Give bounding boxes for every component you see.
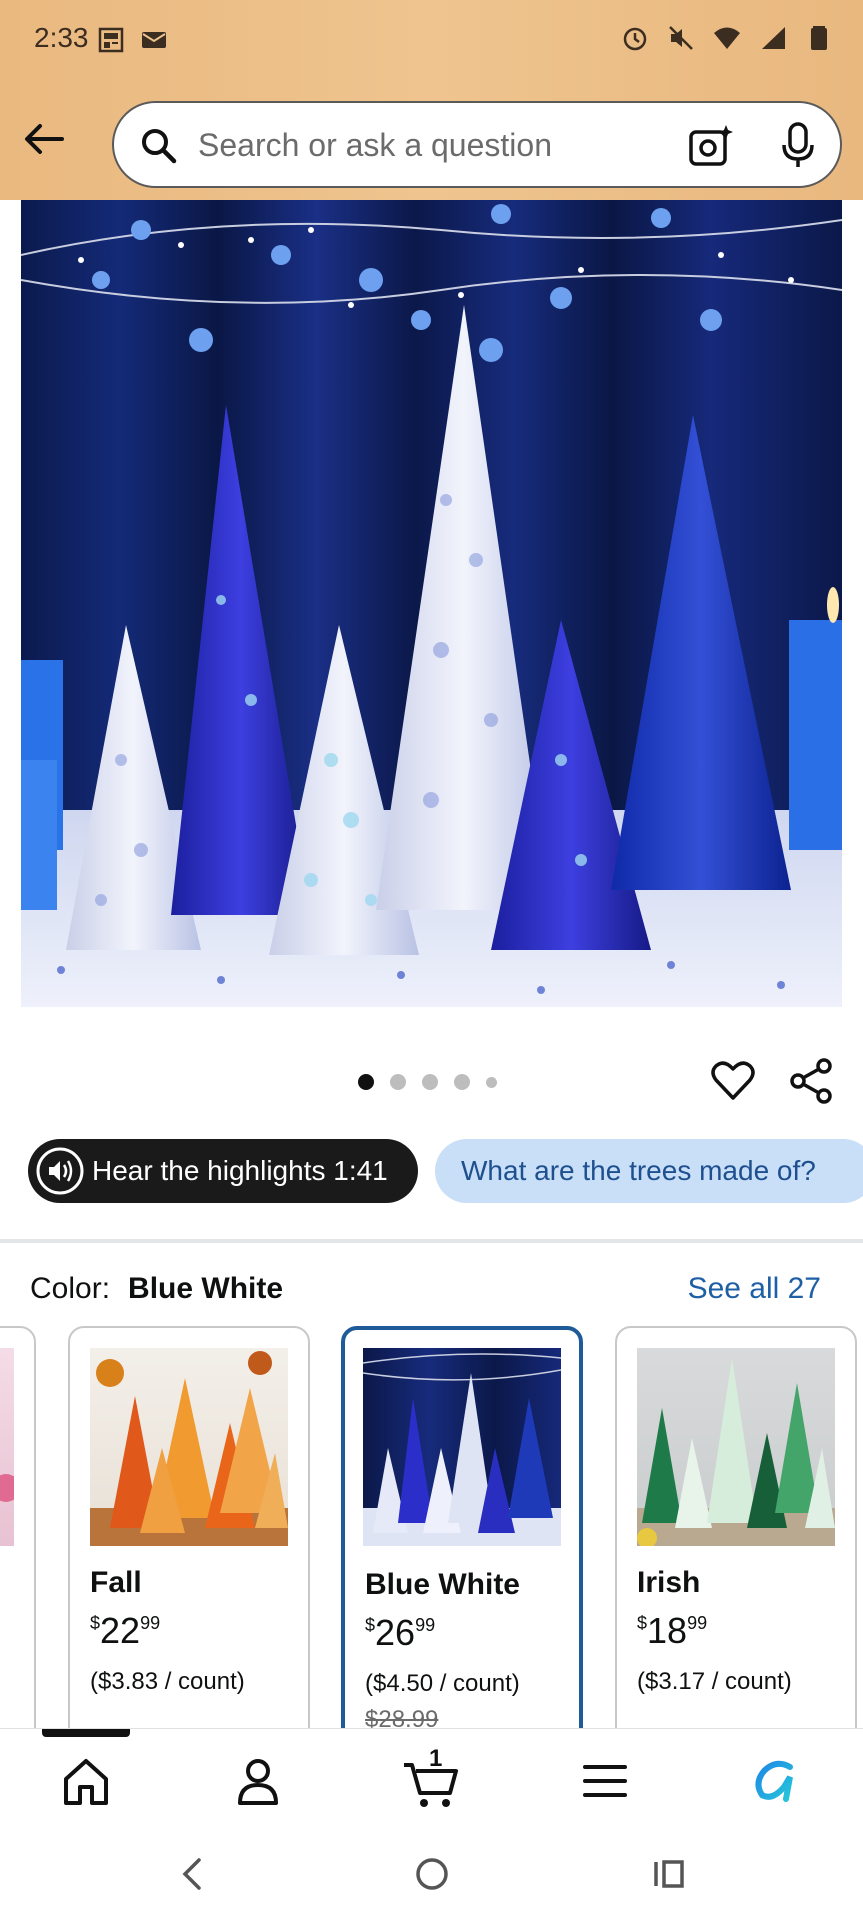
camera-search-icon[interactable] bbox=[688, 123, 734, 169]
variant-price: $2299 bbox=[90, 1610, 161, 1651]
cart-count-badge: 1 bbox=[429, 1745, 443, 1772]
search-input[interactable]: Search or ask a question bbox=[198, 127, 552, 164]
microphone-icon[interactable] bbox=[778, 121, 818, 169]
variant-name: Irish bbox=[637, 1566, 701, 1599]
variant-name: Fall bbox=[90, 1566, 142, 1599]
product-photo bbox=[21, 204, 842, 1007]
section-divider bbox=[0, 1239, 863, 1243]
color-swatch-blue-white[interactable]: Blue White $2699 ($4.50 / count) $28.99 bbox=[341, 1326, 583, 1728]
system-back-icon[interactable] bbox=[173, 1854, 213, 1894]
speaker-icon bbox=[36, 1147, 84, 1195]
variant-unit-price: ($4.50 / count) bbox=[365, 1670, 520, 1697]
carousel-dot[interactable] bbox=[390, 1074, 406, 1090]
color-swatch-irish[interactable]: Irish $1899 ($3.17 / count) bbox=[615, 1326, 857, 1728]
carousel-dot-active[interactable] bbox=[358, 1074, 374, 1090]
variant-unit-price: ($3.83 / count) bbox=[90, 1668, 245, 1695]
variant-price: $2699 bbox=[365, 1612, 436, 1653]
hear-highlights-button[interactable]: Hear the highlights 1:41 bbox=[28, 1139, 418, 1203]
image-carousel-dots[interactable] bbox=[358, 1074, 497, 1090]
color-label: Color: bbox=[30, 1272, 111, 1305]
nav-active-indicator bbox=[42, 1729, 130, 1737]
wifi-icon bbox=[714, 27, 740, 49]
system-home-icon[interactable] bbox=[412, 1854, 452, 1894]
search-bar[interactable]: Search or ask a question bbox=[112, 101, 842, 188]
system-recents-icon[interactable] bbox=[650, 1854, 690, 1894]
variant-name: Blue White bbox=[365, 1568, 520, 1601]
swatch-thumbnail-fall bbox=[90, 1348, 288, 1546]
color-swatch-list[interactable]: Fall $2299 ($3.83 / count) Blue White $2… bbox=[0, 1326, 863, 1728]
bottom-navigation: 1 bbox=[0, 1728, 863, 1830]
color-swatch-fall[interactable]: Fall $2299 ($3.83 / count) bbox=[68, 1326, 310, 1728]
back-arrow-icon[interactable] bbox=[20, 115, 68, 163]
product-image[interactable] bbox=[21, 200, 842, 1007]
swatch-thumbnail-irish bbox=[637, 1348, 835, 1546]
swatch-thumbnail-blue-white bbox=[363, 1348, 561, 1546]
suggested-question-label: What are the trees made of? bbox=[461, 1155, 816, 1186]
variant-list-price: $28.99 bbox=[365, 1706, 439, 1728]
see-all-colors-link[interactable]: See all 27 bbox=[688, 1272, 821, 1306]
rufus-ai-icon[interactable] bbox=[746, 1751, 806, 1811]
carousel-dot[interactable] bbox=[454, 1074, 470, 1090]
mute-icon bbox=[669, 26, 693, 50]
status-bar: 2:33 bbox=[0, 0, 863, 80]
color-swatch-partial[interactable] bbox=[0, 1326, 36, 1728]
alarm-icon bbox=[623, 27, 647, 51]
mail-icon bbox=[142, 32, 166, 48]
carousel-dot[interactable] bbox=[486, 1076, 497, 1088]
carousel-dot[interactable] bbox=[422, 1074, 438, 1090]
variant-price: $1899 bbox=[637, 1610, 708, 1651]
menu-icon[interactable] bbox=[575, 1751, 635, 1811]
selected-color: Blue White bbox=[128, 1272, 284, 1305]
search-icon bbox=[142, 129, 177, 164]
account-icon[interactable] bbox=[228, 1751, 288, 1811]
system-navigation bbox=[0, 1830, 863, 1920]
swatch-thumbnail bbox=[0, 1348, 14, 1546]
share-icon[interactable] bbox=[788, 1058, 834, 1104]
battery-icon bbox=[811, 26, 827, 50]
variant-unit-price: ($3.17 / count) bbox=[637, 1668, 792, 1695]
signal-icon bbox=[762, 27, 785, 49]
app-header: 2:33 Search or ask a question bbox=[0, 0, 863, 200]
home-icon[interactable] bbox=[56, 1751, 116, 1811]
hear-highlights-label: Hear the highlights 1:41 bbox=[92, 1155, 388, 1186]
cart-button[interactable]: 1 bbox=[402, 1745, 462, 1811]
news-icon bbox=[98, 27, 124, 53]
status-time: 2:33 bbox=[34, 22, 89, 53]
suggested-question-chip[interactable]: What are the trees made of? bbox=[435, 1139, 863, 1203]
heart-icon[interactable] bbox=[710, 1058, 756, 1104]
color-selector-header: Color: Blue White bbox=[30, 1272, 283, 1306]
